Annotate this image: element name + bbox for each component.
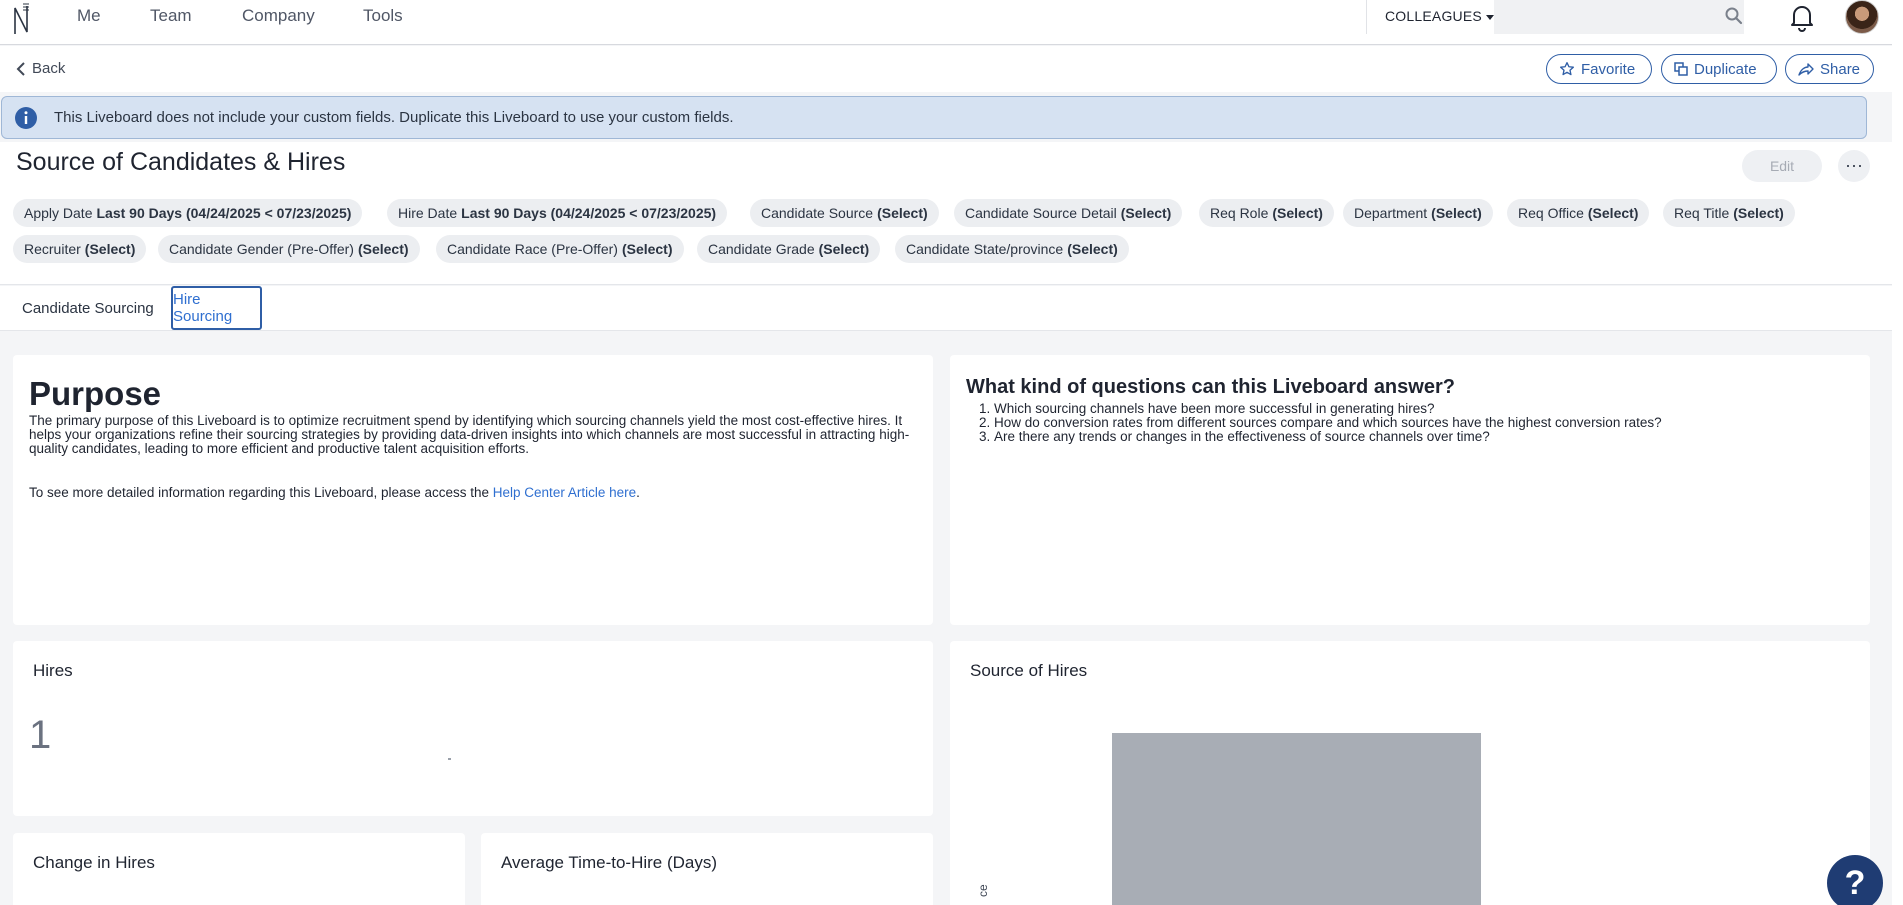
filter-candidate-race[interactable]: Candidate Race (Pre-Offer) (Select) — [436, 235, 684, 263]
back-button[interactable]: Back — [16, 60, 65, 77]
nav-team[interactable]: Team — [150, 6, 192, 26]
filter-req-role[interactable]: Req Role (Select) — [1199, 199, 1334, 227]
purpose-heading: Purpose — [29, 375, 162, 412]
change-in-hires-card[interactable]: Change in Hires — [13, 833, 465, 905]
filter-department[interactable]: Department (Select) — [1343, 199, 1493, 227]
chevron-down-icon — [1485, 14, 1494, 20]
questions-list: Which sourcing channels have been more s… — [994, 402, 1662, 444]
avg-time-to-hire-card[interactable]: Average Time-to-Hire (Days) — [481, 833, 933, 905]
purpose-card: Purpose The primary purpose of this Live… — [13, 355, 933, 625]
filter-candidate-grade[interactable]: Candidate Grade (Select) — [697, 235, 881, 263]
share-button[interactable]: Share — [1785, 54, 1874, 84]
filter-recruiter[interactable]: Recruiter (Select) — [13, 235, 147, 263]
app-logo-icon[interactable] — [12, 2, 32, 36]
sparkline-point — [448, 758, 451, 760]
help-center-link[interactable]: Help Center Article here — [493, 485, 636, 500]
more-options-button[interactable]: ⋯ — [1838, 150, 1870, 182]
avatar[interactable] — [1845, 0, 1879, 34]
filter-hire-date[interactable]: Hire Date Last 90 Days (04/24/2025 < 07/2… — [387, 199, 728, 227]
share-label: Share — [1820, 60, 1861, 78]
y-axis-label: ce — [976, 884, 990, 897]
filter-candidate-state[interactable]: Candidate State/province (Select) — [895, 235, 1129, 263]
hires-title: Hires — [33, 661, 73, 680]
sub-header: Back Favorite Duplicate Share — [0, 46, 1892, 92]
search-input[interactable] — [1494, 0, 1744, 34]
list-item: How do conversion rates from different s… — [994, 416, 1662, 430]
liveboard-header: Source of Candidates & Hires Edit ⋯ Appl… — [0, 142, 1892, 285]
questions-heading: What kind of questions can this Liveboar… — [966, 376, 1455, 398]
share-icon — [1798, 63, 1814, 76]
liveboard-tabs: Candidate Sourcing Hire Sourcing — [0, 286, 1892, 331]
duplicate-label: Duplicate — [1694, 60, 1757, 78]
edit-button[interactable]: Edit — [1742, 150, 1822, 182]
tab-candidate-sourcing[interactable]: Candidate Sourcing — [22, 286, 154, 330]
page-title: Source of Candidates & Hires — [16, 148, 346, 176]
source-of-hires-title: Source of Hires — [970, 661, 1088, 680]
filter-candidate-gender[interactable]: Candidate Gender (Pre-Offer) (Select) — [158, 235, 420, 263]
banner-text: This Liveboard does not include your cus… — [54, 109, 734, 126]
filter-req-title[interactable]: Req Title (Select) — [1663, 199, 1795, 227]
source-of-hires-card[interactable]: Source of Hires ce — [950, 641, 1870, 905]
star-icon — [1560, 62, 1574, 76]
back-label: Back — [32, 60, 66, 77]
filter-candidate-source-detail[interactable]: Candidate Source Detail (Select) — [954, 199, 1183, 227]
nav-company[interactable]: Company — [242, 6, 315, 26]
chart-bar[interactable] — [1112, 733, 1481, 905]
search-icon[interactable] — [1724, 6, 1744, 26]
hires-value: 1 — [29, 713, 52, 757]
list-item: Which sourcing channels have been more s… — [994, 402, 1662, 416]
filter-candidate-source[interactable]: Candidate Source (Select) — [750, 199, 939, 227]
nav-me[interactable]: Me — [77, 6, 101, 26]
nav-divider — [1366, 0, 1367, 34]
info-icon — [15, 106, 37, 129]
duplicate-button[interactable]: Duplicate — [1661, 54, 1777, 84]
list-item: Are there any trends or changes in the e… — [994, 430, 1662, 444]
bell-icon[interactable] — [1788, 2, 1816, 32]
help-button[interactable]: ? — [1827, 855, 1883, 905]
change-in-hires-title: Change in Hires — [33, 853, 155, 872]
purpose-description: The primary purpose of this Liveboard is… — [29, 413, 910, 456]
questions-card: What kind of questions can this Liveboar… — [950, 355, 1870, 625]
hires-card[interactable]: Hires 1 — [13, 641, 933, 816]
colleagues-label: COLLEAGUES — [1385, 8, 1482, 24]
avg-time-to-hire-title: Average Time-to-Hire (Days) — [501, 853, 718, 872]
colleagues-dropdown[interactable]: COLLEAGUES — [1385, 8, 1494, 24]
filter-req-office[interactable]: Req Office (Select) — [1507, 199, 1650, 227]
info-banner: This Liveboard does not include your cus… — [1, 96, 1867, 139]
nav-tools[interactable]: Tools — [363, 6, 403, 26]
favorite-button[interactable]: Favorite — [1546, 54, 1652, 84]
favorite-label: Favorite — [1581, 60, 1636, 78]
purpose-more-info: To see more detailed information regardi… — [29, 485, 640, 500]
filter-apply-date[interactable]: Apply Date Last 90 Days (04/24/2025 < 07/… — [13, 199, 363, 227]
tab-hire-sourcing[interactable]: Hire Sourcing — [171, 286, 262, 330]
chevron-left-icon — [16, 61, 25, 76]
copy-icon — [1674, 62, 1688, 76]
top-nav: Me Team Company Tools COLLEAGUES — [0, 0, 1892, 45]
scrollbar[interactable] — [1892, 0, 1903, 905]
